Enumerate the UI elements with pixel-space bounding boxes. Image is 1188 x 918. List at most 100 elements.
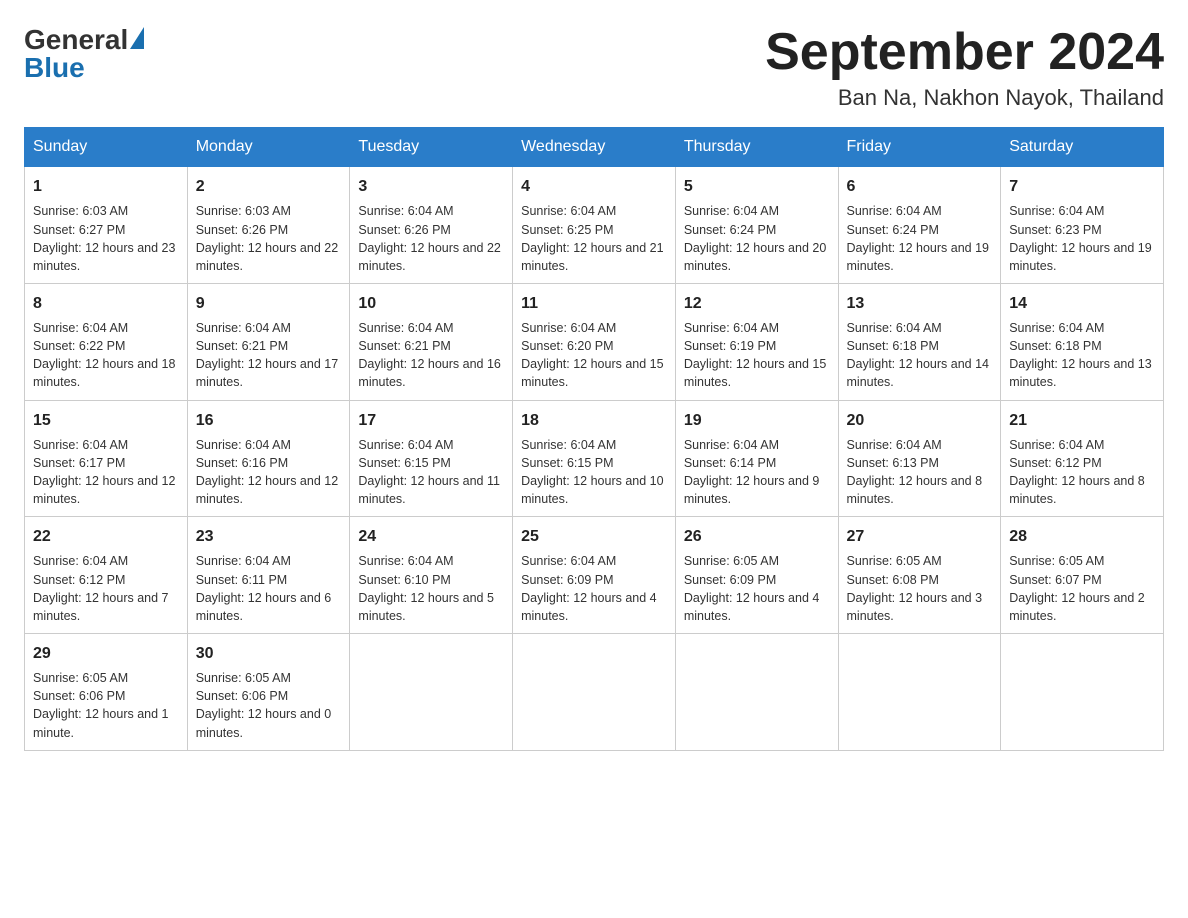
calendar-cell [1001, 633, 1164, 750]
day-info: Sunrise: 6:04 AMSunset: 6:24 PMDaylight:… [684, 202, 830, 275]
day-info: Sunrise: 6:04 AMSunset: 6:17 PMDaylight:… [33, 436, 179, 509]
day-number: 4 [521, 175, 667, 198]
day-info: Sunrise: 6:04 AMSunset: 6:19 PMDaylight:… [684, 319, 830, 392]
calendar-cell: 14 Sunrise: 6:04 AMSunset: 6:18 PMDayligh… [1001, 283, 1164, 400]
calendar-cell: 5 Sunrise: 6:04 AMSunset: 6:24 PMDaylight… [675, 167, 838, 284]
day-number: 20 [847, 409, 993, 432]
weekday-header-sunday: Sunday [25, 128, 188, 167]
day-number: 14 [1009, 292, 1155, 315]
day-info: Sunrise: 6:04 AMSunset: 6:24 PMDaylight:… [847, 202, 993, 275]
day-number: 28 [1009, 525, 1155, 548]
day-number: 10 [358, 292, 504, 315]
calendar-cell: 22 Sunrise: 6:04 AMSunset: 6:12 PMDayligh… [25, 517, 188, 634]
day-number: 23 [196, 525, 342, 548]
calendar-cell: 28 Sunrise: 6:05 AMSunset: 6:07 PMDayligh… [1001, 517, 1164, 634]
day-info: Sunrise: 6:04 AMSunset: 6:23 PMDaylight:… [1009, 202, 1155, 275]
day-info: Sunrise: 6:04 AMSunset: 6:18 PMDaylight:… [1009, 319, 1155, 392]
calendar-cell: 26Sunrise: 6:05 AMSunset: 6:09 PMDayligh… [675, 517, 838, 634]
calendar-cell: 19Sunrise: 6:04 AMSunset: 6:14 PMDayligh… [675, 400, 838, 517]
calendar-cell: 23 Sunrise: 6:04 AMSunset: 6:11 PMDayligh… [187, 517, 350, 634]
day-info: Sunrise: 6:04 AMSunset: 6:18 PMDaylight:… [847, 319, 993, 392]
weekday-header-row: SundayMondayTuesdayWednesdayThursdayFrid… [25, 128, 1164, 167]
day-number: 24 [358, 525, 504, 548]
day-number: 2 [196, 175, 342, 198]
day-number: 30 [196, 642, 342, 665]
calendar-cell [838, 633, 1001, 750]
day-number: 17 [358, 409, 504, 432]
location-title: Ban Na, Nakhon Nayok, Thailand [765, 85, 1164, 111]
calendar-cell: 29 Sunrise: 6:05 AMSunset: 6:06 PMDayligh… [25, 633, 188, 750]
calendar-cell: 12 Sunrise: 6:04 AMSunset: 6:19 PMDayligh… [675, 283, 838, 400]
calendar-cell: 10 Sunrise: 6:04 AMSunset: 6:21 PMDayligh… [350, 283, 513, 400]
day-number: 6 [847, 175, 993, 198]
calendar-cell: 20 Sunrise: 6:04 AMSunset: 6:13 PMDayligh… [838, 400, 1001, 517]
day-number: 29 [33, 642, 179, 665]
title-area: September 2024 Ban Na, Nakhon Nayok, Tha… [765, 24, 1164, 111]
calendar-cell: 7 Sunrise: 6:04 AMSunset: 6:23 PMDaylight… [1001, 167, 1164, 284]
day-number: 12 [684, 292, 830, 315]
day-number: 21 [1009, 409, 1155, 432]
day-info: Sunrise: 6:04 AMSunset: 6:25 PMDaylight:… [521, 202, 667, 275]
day-number: 16 [196, 409, 342, 432]
calendar-cell: 6 Sunrise: 6:04 AMSunset: 6:24 PMDaylight… [838, 167, 1001, 284]
calendar-cell: 2 Sunrise: 6:03 AMSunset: 6:26 PMDaylight… [187, 167, 350, 284]
calendar-cell: 15 Sunrise: 6:04 AMSunset: 6:17 PMDayligh… [25, 400, 188, 517]
day-info: Sunrise: 6:04 AMSunset: 6:12 PMDaylight:… [33, 552, 179, 625]
calendar-cell: 1 Sunrise: 6:03 AMSunset: 6:27 PMDaylight… [25, 167, 188, 284]
weekday-header-monday: Monday [187, 128, 350, 167]
day-info: Sunrise: 6:04 AMSunset: 6:11 PMDaylight:… [196, 552, 342, 625]
day-info: Sunrise: 6:04 AMSunset: 6:22 PMDaylight:… [33, 319, 179, 392]
weekday-header-friday: Friday [838, 128, 1001, 167]
day-info: Sunrise: 6:04 AMSunset: 6:15 PMDaylight:… [521, 436, 667, 509]
day-info: Sunrise: 6:04 AMSunset: 6:26 PMDaylight:… [358, 202, 504, 275]
day-info: Sunrise: 6:04 AMSunset: 6:20 PMDaylight:… [521, 319, 667, 392]
day-number: 22 [33, 525, 179, 548]
day-number: 8 [33, 292, 179, 315]
calendar-cell: 3 Sunrise: 6:04 AMSunset: 6:26 PMDaylight… [350, 167, 513, 284]
day-info: Sunrise: 6:04 AMSunset: 6:21 PMDaylight:… [196, 319, 342, 392]
day-number: 9 [196, 292, 342, 315]
page-header: General Blue September 2024 Ban Na, Nakh… [24, 24, 1164, 111]
day-number: 7 [1009, 175, 1155, 198]
day-info: Sunrise: 6:04 AMSunset: 6:13 PMDaylight:… [847, 436, 993, 509]
day-info: Sunrise: 6:04 AMSunset: 6:10 PMDaylight:… [358, 552, 504, 625]
day-info: Sunrise: 6:04 AMSunset: 6:16 PMDaylight:… [196, 436, 342, 509]
calendar-cell: 8 Sunrise: 6:04 AMSunset: 6:22 PMDaylight… [25, 283, 188, 400]
day-number: 18 [521, 409, 667, 432]
calendar-cell: 17 Sunrise: 6:04 AMSunset: 6:15 PMDayligh… [350, 400, 513, 517]
day-number: 1 [33, 175, 179, 198]
calendar-cell: 9 Sunrise: 6:04 AMSunset: 6:21 PMDaylight… [187, 283, 350, 400]
day-info: Sunrise: 6:04 AMSunset: 6:21 PMDaylight:… [358, 319, 504, 392]
day-info: Sunrise: 6:05 AMSunset: 6:06 PMDaylight:… [196, 669, 342, 742]
calendar-cell: 13Sunrise: 6:04 AMSunset: 6:18 PMDayligh… [838, 283, 1001, 400]
calendar-cell: 16 Sunrise: 6:04 AMSunset: 6:16 PMDayligh… [187, 400, 350, 517]
logo-triangle-icon [130, 27, 144, 49]
calendar-cell [513, 633, 676, 750]
logo: General Blue [24, 24, 144, 84]
calendar-week-1: 1 Sunrise: 6:03 AMSunset: 6:27 PMDaylight… [25, 167, 1164, 284]
weekday-header-tuesday: Tuesday [350, 128, 513, 167]
calendar-cell: 21Sunrise: 6:04 AMSunset: 6:12 PMDayligh… [1001, 400, 1164, 517]
logo-blue-text: Blue [24, 52, 85, 84]
calendar-week-2: 8 Sunrise: 6:04 AMSunset: 6:22 PMDaylight… [25, 283, 1164, 400]
month-title: September 2024 [765, 24, 1164, 81]
day-info: Sunrise: 6:05 AMSunset: 6:07 PMDaylight:… [1009, 552, 1155, 625]
calendar-cell: 24 Sunrise: 6:04 AMSunset: 6:10 PMDayligh… [350, 517, 513, 634]
day-number: 5 [684, 175, 830, 198]
weekday-header-wednesday: Wednesday [513, 128, 676, 167]
day-info: Sunrise: 6:04 AMSunset: 6:14 PMDaylight:… [684, 436, 830, 509]
day-info: Sunrise: 6:03 AMSunset: 6:26 PMDaylight:… [196, 202, 342, 275]
day-info: Sunrise: 6:05 AMSunset: 6:09 PMDaylight:… [684, 552, 830, 625]
day-number: 25 [521, 525, 667, 548]
day-number: 11 [521, 292, 667, 315]
calendar-cell [675, 633, 838, 750]
day-number: 15 [33, 409, 179, 432]
day-number: 3 [358, 175, 504, 198]
calendar-cell [350, 633, 513, 750]
day-info: Sunrise: 6:04 AMSunset: 6:15 PMDaylight:… [358, 436, 504, 509]
calendar-week-4: 22 Sunrise: 6:04 AMSunset: 6:12 PMDayligh… [25, 517, 1164, 634]
day-info: Sunrise: 6:03 AMSunset: 6:27 PMDaylight:… [33, 202, 179, 275]
day-info: Sunrise: 6:05 AMSunset: 6:06 PMDaylight:… [33, 669, 179, 742]
calendar-cell: 4 Sunrise: 6:04 AMSunset: 6:25 PMDaylight… [513, 167, 676, 284]
calendar-cell: 27Sunrise: 6:05 AMSunset: 6:08 PMDayligh… [838, 517, 1001, 634]
